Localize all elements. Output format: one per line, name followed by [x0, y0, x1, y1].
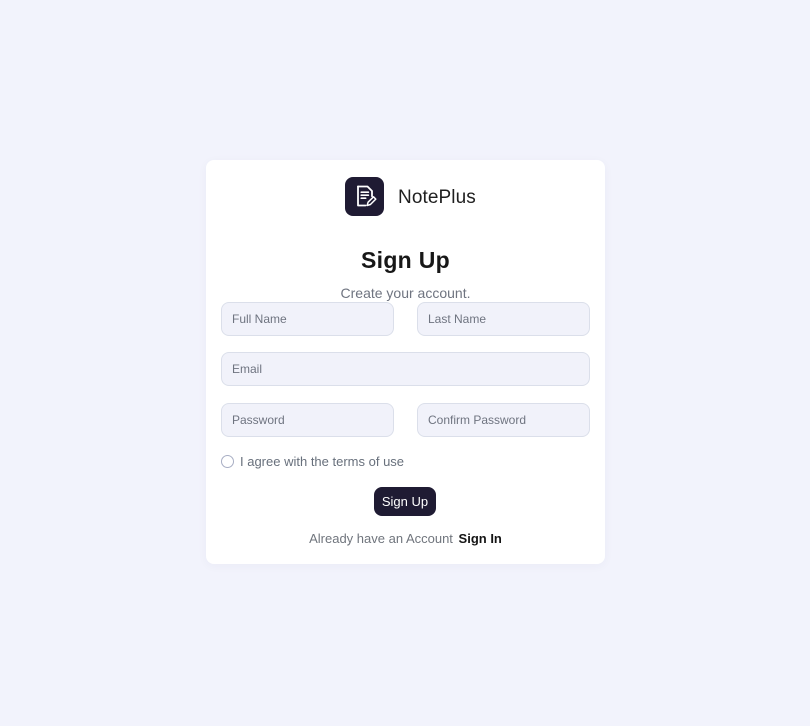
brand-name: NotePlus: [398, 186, 476, 208]
sign-in-link[interactable]: Sign In: [459, 531, 502, 546]
sign-up-button[interactable]: Sign Up: [374, 487, 436, 516]
confirm-password-input[interactable]: [417, 403, 590, 437]
password-input[interactable]: [221, 403, 394, 437]
terms-agreement[interactable]: I agree with the terms of use: [221, 455, 404, 468]
email-input[interactable]: [221, 352, 590, 386]
signin-prompt-text: Already have an Account: [309, 531, 453, 546]
signup-card: NotePlus Sign Up Create your account. I …: [206, 160, 605, 564]
brand: NotePlus: [345, 176, 476, 216]
terms-checkbox[interactable]: [221, 455, 234, 468]
last-name-input[interactable]: [417, 302, 590, 336]
page-subtitle: Create your account.: [340, 285, 471, 301]
full-name-input[interactable]: [221, 302, 394, 336]
page-title: Sign Up: [361, 247, 450, 274]
note-edit-icon: [345, 176, 384, 216]
signin-prompt: Already have an Account Sign In: [206, 531, 605, 546]
terms-label: I agree with the terms of use: [240, 454, 405, 469]
